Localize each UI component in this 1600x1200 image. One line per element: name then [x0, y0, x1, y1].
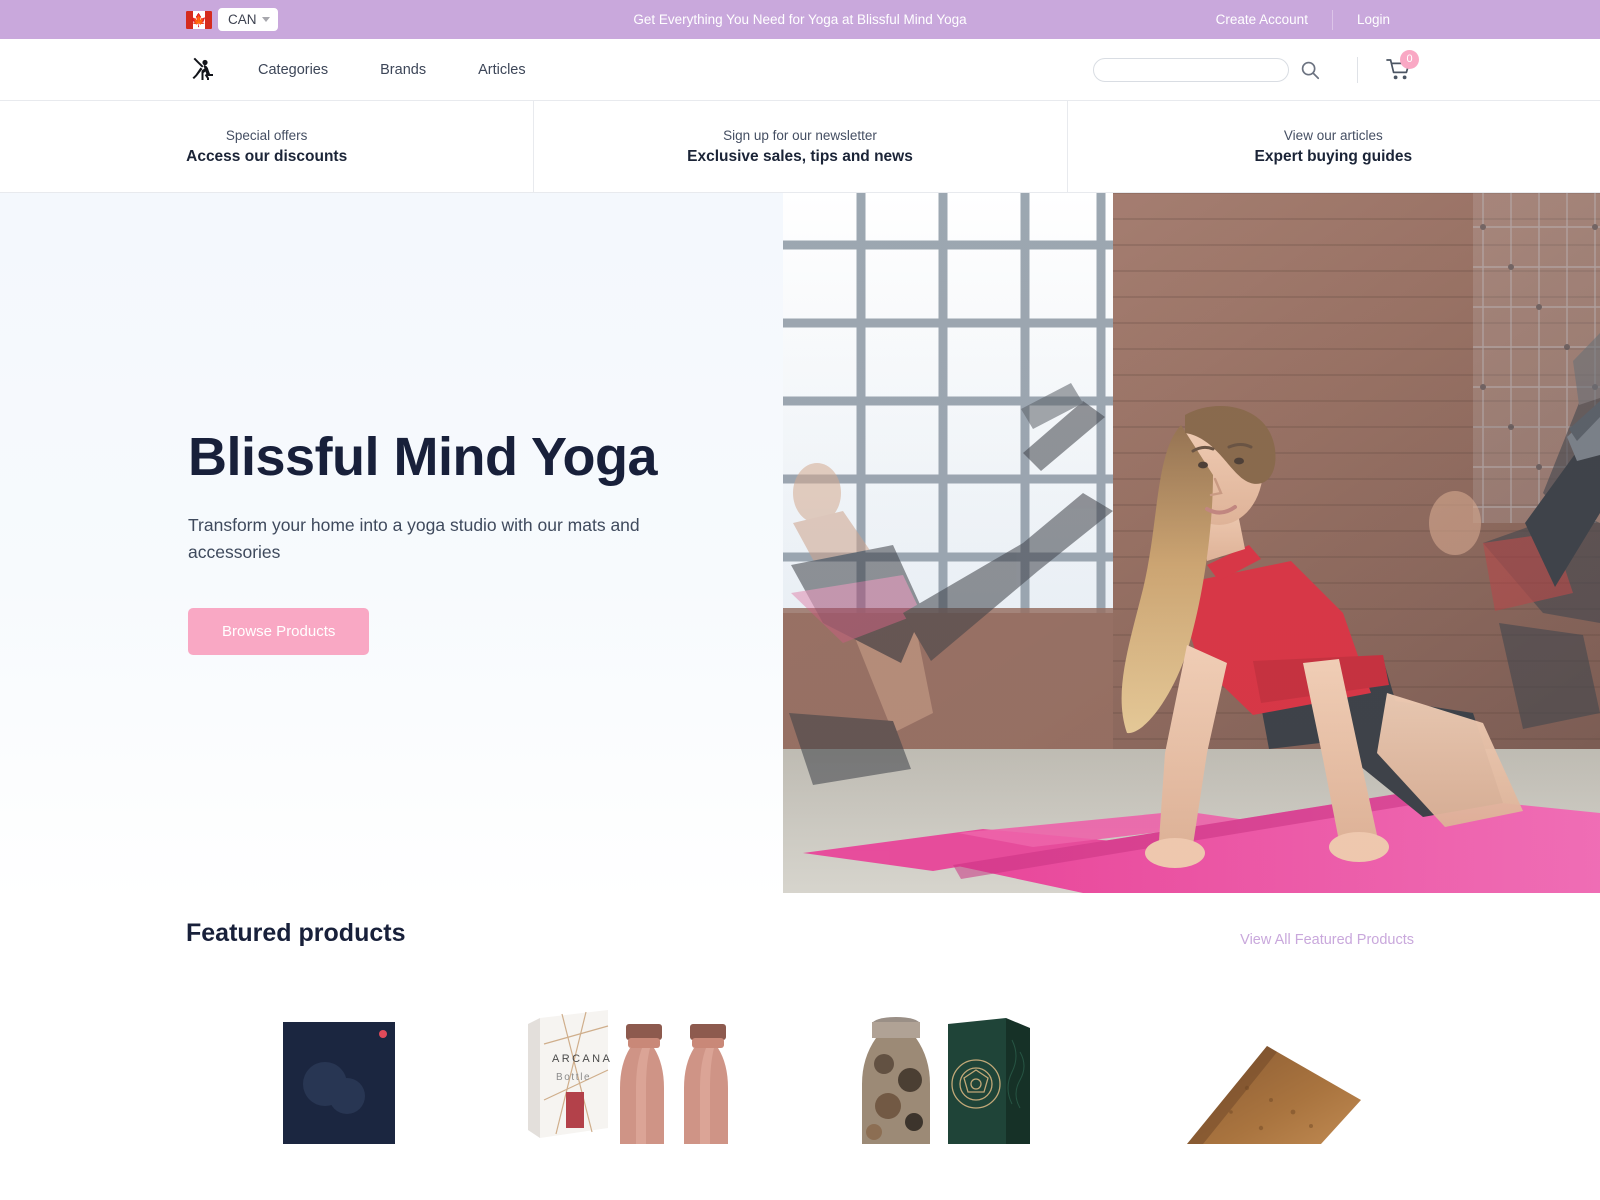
featured-products-section: Featured products View All Featured Prod… — [0, 903, 1600, 1144]
page-title: Blissful Mind Yoga — [188, 427, 658, 487]
product-card-4[interactable] — [1107, 1004, 1414, 1144]
hero-photo — [783, 193, 1600, 893]
cart-count-badge: 0 — [1400, 49, 1419, 69]
search-icon[interactable] — [1299, 59, 1321, 81]
product-label-bottle: Bottle — [556, 1072, 591, 1083]
create-account-link[interactable]: Create Account — [1192, 12, 1332, 27]
promo-newsletter[interactable]: Sign up for our newsletter Exclusive sal… — [533, 101, 1066, 192]
nav-item-articles[interactable]: Articles — [452, 62, 552, 78]
hero-section: Blissful Mind Yoga Transform your home i… — [0, 193, 1600, 903]
product-card-3[interactable] — [800, 1004, 1107, 1144]
country-dropdown[interactable]: CAN — [218, 8, 278, 31]
country-code-label: CAN — [228, 12, 257, 27]
yoga-warrior-logo-icon[interactable] — [186, 53, 220, 87]
hero-subtitle: Transform your home into a yoga studio w… — [188, 514, 640, 562]
product-card-2[interactable]: ARCANA Bottle — [493, 1004, 800, 1144]
promo-special-offers[interactable]: Special offers Access our discounts — [0, 101, 533, 192]
section-title: Featured products — [186, 919, 406, 947]
nav-item-brands[interactable]: Brands — [354, 62, 452, 78]
promo-title: Exclusive sales, tips and news — [687, 147, 913, 165]
promo-title: Access our discounts — [186, 147, 348, 165]
account-links: Create Account Login — [1192, 9, 1414, 30]
promo-articles[interactable]: View our articles Expert buying guides — [1066, 101, 1600, 192]
login-link[interactable]: Login — [1333, 12, 1414, 27]
primary-nav: Categories Brands Articles — [232, 62, 552, 78]
promo-subtitle: Special offers — [225, 127, 308, 143]
promo-subtitle: View our articles — [1283, 127, 1383, 143]
product-list: ARCANA Bottle — [186, 1004, 1414, 1144]
promo-subtitle: Sign up for our newsletter — [723, 127, 877, 143]
product-label-arcana: ARCANA — [552, 1053, 612, 1065]
promo-strip: Special offers Access our discounts Sign… — [0, 101, 1600, 193]
product-card-1[interactable] — [186, 1004, 493, 1144]
nav-item-categories[interactable]: Categories — [232, 62, 354, 78]
cart-button[interactable]: 0 — [1386, 49, 1419, 82]
header-utilities: 0 — [1093, 49, 1419, 83]
hero-copy: Blissful Mind Yoga Transform your home i… — [188, 429, 748, 655]
announcement-bar: 🍁 CAN Get Everything You Need for Yoga a… — [0, 0, 1600, 39]
chevron-down-icon — [261, 17, 270, 22]
locale-selector[interactable]: 🍁 CAN — [186, 8, 278, 31]
divider — [1357, 56, 1358, 83]
promo-title: Expert buying guides — [1254, 147, 1413, 165]
site-header: Categories Brands Articles 0 — [0, 39, 1600, 101]
view-all-featured-link[interactable]: View All Featured Products — [1240, 932, 1414, 948]
browse-products-button[interactable]: Browse Products — [188, 607, 370, 655]
search-input[interactable] — [1093, 57, 1289, 82]
canada-flag-icon: 🍁 — [186, 10, 212, 29]
featured-header: Featured products View All Featured Prod… — [186, 903, 1414, 948]
